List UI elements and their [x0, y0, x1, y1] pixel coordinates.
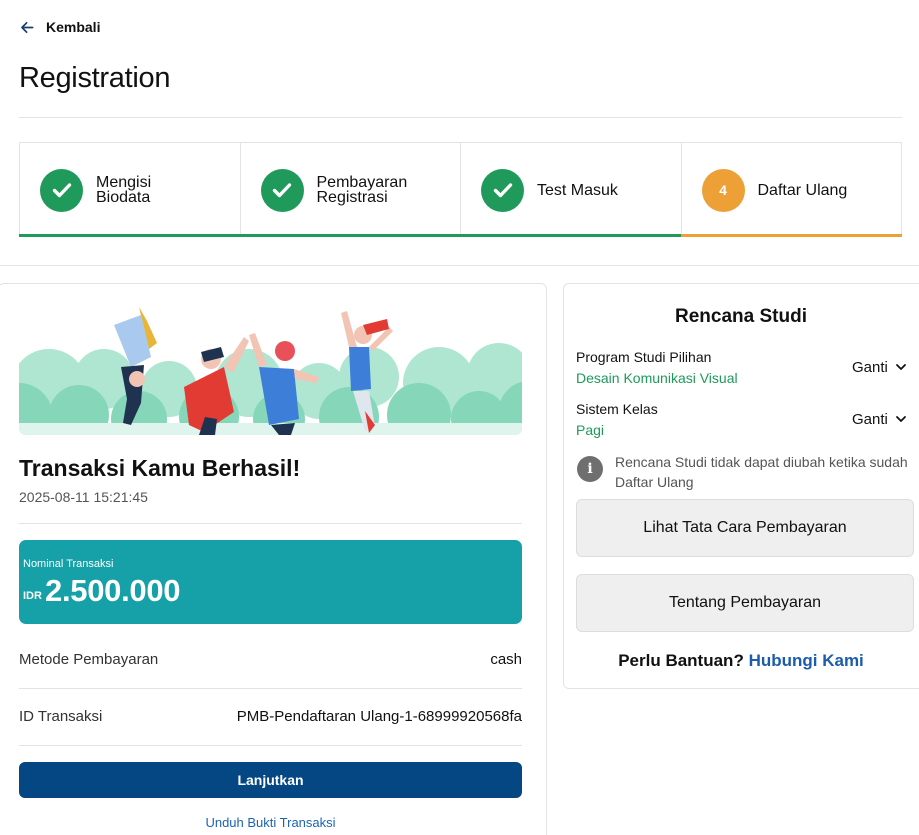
- study-plan-title: Rencana Studi: [675, 306, 807, 327]
- download-receipt-link[interactable]: Unduh Bukti Transaksi: [19, 815, 522, 830]
- check-icon: [40, 168, 83, 212]
- amount-label: Nominal Transaksi: [23, 558, 114, 570]
- row-value: cash: [490, 651, 522, 668]
- help-question: Perlu Bantuan?: [618, 651, 744, 670]
- step-label: Mengisi Biodata: [96, 174, 152, 206]
- info-icon: i: [577, 456, 603, 482]
- step-label: Daftar Ulang: [757, 181, 848, 199]
- page-title: Registration: [19, 62, 171, 94]
- back-link[interactable]: Kembali: [19, 17, 100, 37]
- divider: [19, 745, 522, 746]
- change-label: Ganti: [852, 358, 888, 376]
- help-section: Perlu Bantuan? Hubungi Kami: [563, 651, 919, 671]
- payment-method-row: Metode Pembayaran cash: [19, 651, 522, 668]
- change-class-system-button[interactable]: Ganti: [852, 409, 907, 429]
- row-label: Metode Pembayaran: [19, 651, 159, 668]
- row-value: PMB-Pendaftaran Ulang-1-68999920568fa: [236, 708, 522, 725]
- step-label: Pembayaran Registrasi: [316, 174, 408, 206]
- step-pembayaran-registrasi: Pembayaran Registrasi: [239, 142, 461, 237]
- divider: [19, 688, 522, 689]
- study-program-value: Desain Komunikasi Visual: [576, 370, 738, 386]
- success-title: Transaksi Kamu Berhasil!: [19, 455, 301, 481]
- transaction-id-row: ID Transaksi PMB-Pendaftaran Ulang-1-689…: [19, 708, 522, 725]
- amount-value: 2.500.000: [45, 573, 181, 608]
- step-mengisi-biodata: Mengisi Biodata: [19, 142, 241, 237]
- registration-stepper: Mengisi Biodata Pembayaran Registrasi Te…: [19, 142, 902, 237]
- class-system-value: Pagi: [576, 422, 605, 438]
- contact-us-link[interactable]: Hubungi Kami: [749, 651, 864, 670]
- continue-button[interactable]: Lanjutkan: [19, 762, 522, 798]
- chevron-down-icon: [895, 364, 906, 370]
- step-test-masuk: Test Masuk: [460, 142, 682, 237]
- celebration-illustration: [19, 307, 522, 435]
- transaction-datetime: 2025-08-11 15:21:45: [19, 489, 148, 505]
- check-icon: [481, 168, 524, 212]
- class-system-label: Sistem Kelas: [576, 401, 658, 417]
- amount-box: Nominal Transaksi IDR 2.500.000: [19, 540, 522, 624]
- amount-currency: IDR: [23, 590, 42, 602]
- divider: [19, 523, 522, 524]
- change-label: Ganti: [852, 410, 888, 428]
- change-study-program-button[interactable]: Ganti: [852, 357, 907, 377]
- notice-text: Rencana Studi tidak dapat diubah ketika …: [615, 454, 908, 490]
- back-label: Kembali: [46, 19, 101, 35]
- row-label: ID Transaksi: [19, 708, 103, 725]
- payment-guide-button[interactable]: Lihat Tata Cara Pembayaran: [576, 499, 914, 557]
- study-plan-notice: i Rencana Studi tidak dapat diubah ketik…: [577, 452, 912, 492]
- arrow-left-icon: [21, 21, 34, 33]
- about-payment-button[interactable]: Tentang Pembayaran: [576, 574, 914, 632]
- step-daftar-ulang: 4 Daftar Ulang: [680, 142, 902, 237]
- divider: [19, 117, 902, 118]
- step-number-badge: 4: [701, 168, 745, 212]
- step-label: Test Masuk: [537, 181, 618, 199]
- section-divider: [0, 265, 919, 266]
- chevron-down-icon: [895, 416, 906, 422]
- study-program-label: Program Studi Pilihan: [576, 349, 712, 365]
- check-icon: [260, 168, 304, 212]
